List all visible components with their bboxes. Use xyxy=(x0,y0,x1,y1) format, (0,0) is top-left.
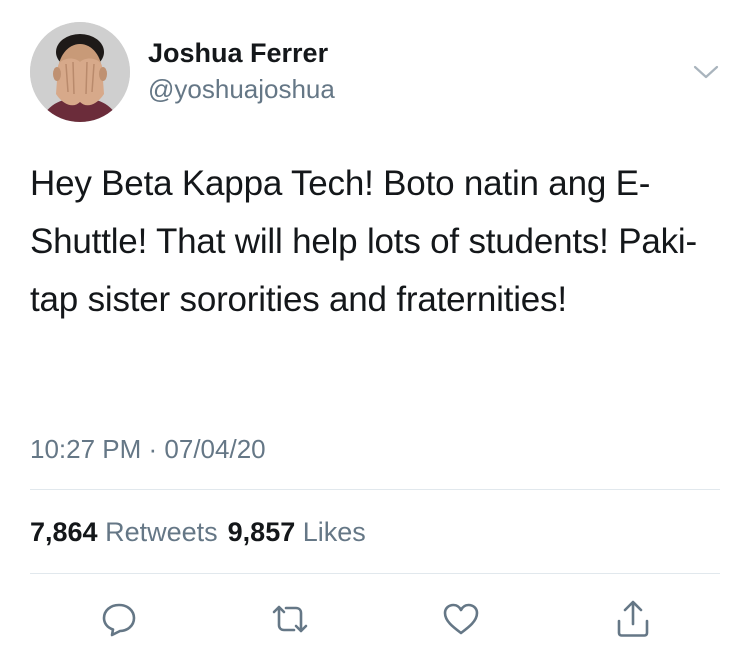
retweets-label: Retweets xyxy=(105,517,218,547)
likes-count: 9,857 xyxy=(227,517,296,547)
chevron-down-icon[interactable] xyxy=(692,62,720,82)
action-bar xyxy=(0,597,750,641)
like-button[interactable] xyxy=(439,597,483,641)
avatar-image xyxy=(30,22,130,122)
retweet-button[interactable] xyxy=(268,597,312,641)
retweets-count: 7,864 xyxy=(30,517,98,547)
tweet-date: 07/04/20 xyxy=(164,434,266,464)
retweet-icon xyxy=(272,605,308,633)
divider xyxy=(30,489,720,490)
likes-stat[interactable]: 9,857 Likes xyxy=(228,517,366,547)
avatar[interactable] xyxy=(30,22,130,122)
tweet-header: Joshua Ferrer @yoshuajoshua xyxy=(30,22,720,122)
author-handle[interactable]: @yoshuajoshua xyxy=(148,72,335,106)
likes-label: Likes xyxy=(302,517,366,547)
tweet-text: Hey Beta Kappa Tech! Boto natin ang E-Sh… xyxy=(30,164,697,319)
author-display-name[interactable]: Joshua Ferrer xyxy=(148,36,335,70)
retweets-stat[interactable]: 7,864 Retweets xyxy=(30,517,218,547)
engagement-stats: 7,864 Retweets 9,857 Likes xyxy=(30,515,366,549)
reply-icon xyxy=(102,603,136,637)
divider xyxy=(30,573,720,574)
tweet-time: 10:27 PM xyxy=(30,434,142,464)
reply-button[interactable] xyxy=(97,597,141,641)
share-icon xyxy=(617,600,649,637)
share-button[interactable] xyxy=(611,597,655,641)
tweet-card: Joshua Ferrer @yoshuajoshua Hey Beta Kap… xyxy=(0,0,750,661)
timestamp-separator: · xyxy=(141,434,165,464)
tweet-timestamp[interactable]: 10:27 PM · 07/04/20 xyxy=(30,432,266,466)
author-names: Joshua Ferrer @yoshuajoshua xyxy=(148,36,335,106)
like-heart-icon xyxy=(443,603,479,635)
